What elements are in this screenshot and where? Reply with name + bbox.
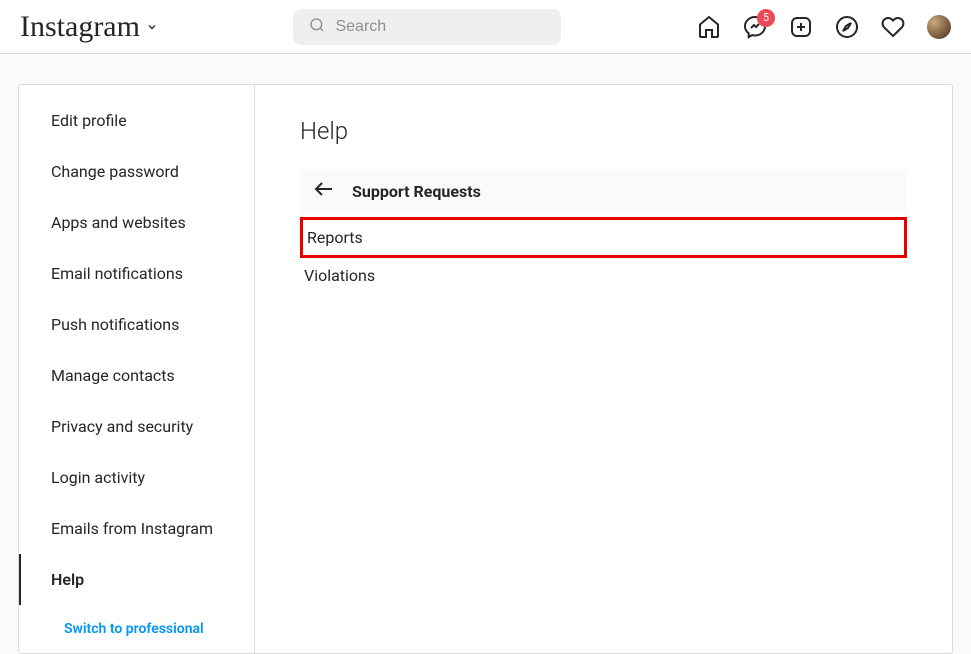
sidebar-item-push-notifications[interactable]: Push notifications (19, 299, 254, 350)
sidebar-item-label: Edit profile (51, 111, 127, 130)
sidebar-item-label: Push notifications (51, 315, 179, 334)
nav-icons: 5 (697, 15, 951, 39)
page-title: Help (300, 117, 907, 145)
settings-sidebar: Edit profile Change password Apps and we… (19, 85, 255, 653)
sidebar-item-manage-contacts[interactable]: Manage contacts (19, 350, 254, 401)
support-list: Reports Violations (300, 217, 907, 293)
messenger-icon[interactable]: 5 (743, 15, 767, 39)
sidebar-item-label: Change password (51, 162, 179, 181)
sidebar-item-label: Login activity (51, 468, 145, 487)
search-icon (309, 17, 325, 37)
sidebar-item-email-notifications[interactable]: Email notifications (19, 248, 254, 299)
chevron-down-icon (146, 21, 158, 33)
switch-link-label: Switch to professional (64, 621, 204, 637)
sidebar-item-emails-instagram[interactable]: Emails from Instagram (19, 503, 254, 554)
sidebar-item-label: Email notifications (51, 264, 183, 283)
sidebar-item-apps-websites[interactable]: Apps and websites (19, 197, 254, 248)
home-icon[interactable] (697, 15, 721, 39)
support-header-title: Support Requests (352, 182, 481, 201)
search-input[interactable] (335, 18, 545, 36)
sidebar-item-login-activity[interactable]: Login activity (19, 452, 254, 503)
back-arrow-icon[interactable] (312, 177, 336, 205)
logo-dropdown[interactable]: Instagram (20, 10, 158, 44)
support-row-violations[interactable]: Violations (300, 258, 907, 293)
sidebar-item-label: Apps and websites (51, 213, 186, 232)
sidebar-item-help[interactable]: Help (19, 554, 254, 605)
instagram-logo: Instagram (20, 10, 140, 44)
sidebar-item-label: Emails from Instagram (51, 519, 213, 538)
top-nav-inner: Instagram 5 (20, 9, 951, 45)
explore-icon[interactable] (835, 15, 859, 39)
new-post-icon[interactable] (789, 15, 813, 39)
support-row-label: Violations (304, 266, 375, 285)
messenger-badge: 5 (757, 9, 775, 27)
sidebar-item-label: Privacy and security (51, 417, 193, 436)
sidebar-item-privacy-security[interactable]: Privacy and security (19, 401, 254, 452)
search-box[interactable] (293, 9, 561, 45)
main-panel: Help Support Requests Reports Violations (255, 85, 952, 653)
sidebar-item-label: Help (51, 570, 84, 589)
profile-avatar[interactable] (927, 15, 951, 39)
sidebar-item-edit-profile[interactable]: Edit profile (19, 95, 254, 146)
sidebar-item-change-password[interactable]: Change password (19, 146, 254, 197)
support-requests-header: Support Requests (300, 169, 907, 213)
support-row-label: Reports (307, 228, 363, 247)
settings-container: Edit profile Change password Apps and we… (18, 84, 953, 654)
sidebar-item-label: Manage contacts (51, 366, 175, 385)
support-row-reports[interactable]: Reports (300, 217, 907, 258)
activity-heart-icon[interactable] (881, 15, 905, 39)
top-nav: Instagram 5 (0, 0, 971, 54)
switch-professional-link[interactable]: Switch to professional (19, 605, 254, 653)
